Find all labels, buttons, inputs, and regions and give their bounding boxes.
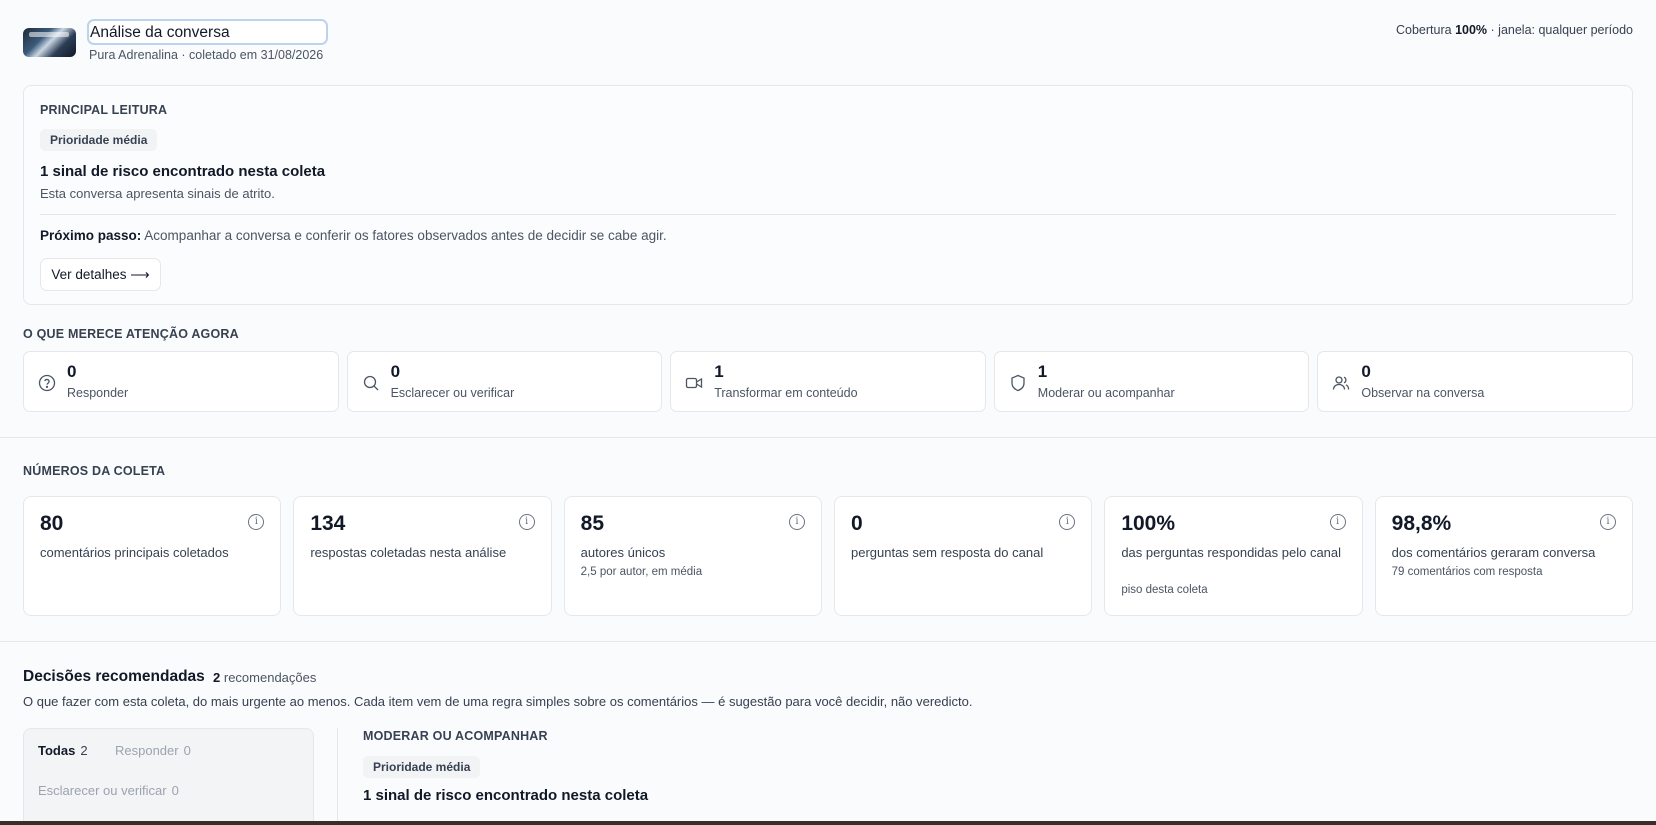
window-bottom-edge xyxy=(0,821,1656,825)
attention-label: Esclarecer ou verificar xyxy=(390,386,515,400)
metric-value: 85 xyxy=(580,512,605,535)
attention-card-esclarecer[interactable]: 0 Esclarecer ou verificar xyxy=(346,351,663,412)
metric-sublabel: 79 comentários com resposta xyxy=(1391,566,1543,578)
attention-card-transformar[interactable]: 1 Transformar em conteúdo xyxy=(670,351,986,412)
metric-label: respostas coletadas nesta análise xyxy=(310,545,507,560)
analysis-subtitle: Pura Adrenalina · coletado em 31/08/2026 xyxy=(89,48,324,62)
filter-label: Todas xyxy=(38,743,76,758)
info-icon[interactable]: i xyxy=(788,514,805,530)
attention-card-responder[interactable]: 0 Responder xyxy=(23,351,339,412)
metric-label: das perguntas respondidas pelo canal xyxy=(1121,545,1342,560)
metric-card-main-comments: 80 comentários principais coletados i xyxy=(23,496,282,616)
decisions-title: Decisões recomendadas xyxy=(23,668,205,685)
info-icon[interactable]: i xyxy=(1059,514,1076,530)
metric-value: 98,8% xyxy=(1391,512,1452,535)
attention-card-moderar[interactable]: 1 Moderar ou acompanhar xyxy=(993,351,1310,412)
principal-section-label: PRINCIPAL LEITURA xyxy=(40,103,168,117)
principal-description: Esta conversa apresenta sinais de atrito… xyxy=(40,186,275,201)
decision-filters: Todas 2 Responder 0 Esclarecer ou verifica… xyxy=(23,728,314,825)
info-icon[interactable]: i xyxy=(1329,514,1346,530)
coverage-window: · janela: qualquer período xyxy=(1490,23,1633,37)
metric-label: perguntas sem resposta do canal xyxy=(850,545,1044,560)
metric-sublabel: 2,5 por autor, em média xyxy=(580,566,703,578)
divider xyxy=(40,214,1616,215)
decision-category-label: MODERAR OU ACOMPANHAR xyxy=(363,729,548,743)
metric-value: 0 xyxy=(850,512,863,535)
section-divider xyxy=(0,641,1656,642)
attention-card-observar[interactable]: 0 Observar na conversa xyxy=(1317,351,1633,412)
coverage-info: Cobertura 100% · janela: qualquer períod… xyxy=(1396,23,1633,37)
vertical-divider xyxy=(337,728,338,825)
search-icon xyxy=(363,375,379,391)
principal-headline: 1 sinal de risco encontrado nesta coleta xyxy=(40,163,326,180)
metric-card-replies: 134 respostas coletadas nesta análise i xyxy=(293,496,552,616)
question-circle-icon xyxy=(38,374,56,392)
attention-label: Transformar em conteúdo xyxy=(714,386,858,400)
decisions-count-label: recomendações xyxy=(223,670,317,685)
next-step: Próximo passo: Acompanhar a conversa e c… xyxy=(40,228,667,243)
next-step-text: Acompanhar a conversa e conferir os fato… xyxy=(144,228,667,243)
attention-value: 1 xyxy=(714,362,724,381)
attention-value: 0 xyxy=(67,362,77,381)
metric-label: dos comentários geraram conversa xyxy=(1391,545,1596,560)
metric-card-answered-questions: 100% das perguntas respondidas pelo cana… xyxy=(1104,496,1363,616)
metric-label: autores únicos xyxy=(580,545,666,560)
metric-sublabel: piso desta coleta xyxy=(1121,584,1208,596)
metric-label: comentários principais coletados xyxy=(40,545,229,560)
metric-value: 80 xyxy=(40,512,64,535)
page-header: Pura Adrenalina · coletado em 31/08/2026… xyxy=(23,0,1633,82)
principal-reading-card: PRINCIPAL LEITURA Prioridade média 1 sin… xyxy=(23,85,1633,305)
filter-count: 0 xyxy=(171,783,179,798)
decisions-description: O que fazer com esta coleta, do mais urg… xyxy=(23,694,973,709)
decision-headline: 1 sinal de risco encontrado nesta coleta xyxy=(363,787,649,804)
attention-value: 0 xyxy=(390,362,401,381)
attention-cards: 0 Responder 0 Esclarecer ou verificar 1 … xyxy=(23,351,1633,412)
users-icon xyxy=(1333,376,1350,390)
filter-label: Responder xyxy=(115,743,179,758)
filter-label: Esclarecer ou verificar xyxy=(38,783,167,798)
coverage-prefix: Cobertura xyxy=(1395,23,1452,37)
attention-value: 0 xyxy=(1361,362,1371,381)
view-details-button[interactable]: Ver detalhes ⟶ xyxy=(40,258,161,291)
next-step-label: Próximo passo: xyxy=(40,228,142,243)
decision-priority-badge: Prioridade média xyxy=(363,756,481,778)
video-camera-icon xyxy=(686,377,703,389)
numbers-section-label: NÚMEROS DA COLETA xyxy=(23,464,166,478)
analysis-title-input[interactable] xyxy=(87,19,328,45)
filter-responder[interactable]: Responder 0 xyxy=(115,743,191,758)
metric-card-conversation-rate: 98,8% dos comentários geraram conversa 7… xyxy=(1374,496,1633,616)
video-thumbnail xyxy=(23,28,76,57)
attention-label: Responder xyxy=(67,386,129,400)
shield-icon xyxy=(1011,374,1025,392)
metric-value: 134 xyxy=(310,512,346,535)
coverage-value: 100% xyxy=(1455,23,1488,37)
decisions-count-value: 2 xyxy=(213,670,221,685)
analysis-page: Pura Adrenalina · coletado em 31/08/2026… xyxy=(0,0,1656,825)
filter-count: 0 xyxy=(183,743,191,758)
numbers-cards: 80 comentários principais coletados i 13… xyxy=(23,496,1633,616)
decisions-count: 2 recomendações xyxy=(213,670,316,685)
info-icon[interactable]: i xyxy=(1599,514,1616,530)
metric-card-unanswered-questions: 0 perguntas sem resposta do canal i xyxy=(833,496,1093,616)
attention-label: Moderar ou acompanhar xyxy=(1037,386,1175,400)
metric-card-unique-authors: 85 autores únicos 2,5 por autor, em médi… xyxy=(563,496,822,616)
filter-esclarecer[interactable]: Esclarecer ou verificar 0 xyxy=(38,783,179,798)
filter-count: 2 xyxy=(80,743,88,758)
priority-badge: Prioridade média xyxy=(40,129,158,151)
info-icon[interactable]: i xyxy=(248,514,265,530)
metric-value: 100% xyxy=(1121,512,1176,535)
attention-section-label: O QUE MERECE ATENÇÃO AGORA xyxy=(23,327,239,341)
filter-todas[interactable]: Todas 2 xyxy=(38,743,88,758)
attention-label: Observar na conversa xyxy=(1361,386,1485,400)
attention-value: 1 xyxy=(1037,362,1048,381)
info-icon[interactable]: i xyxy=(518,514,535,530)
section-divider xyxy=(0,437,1656,438)
